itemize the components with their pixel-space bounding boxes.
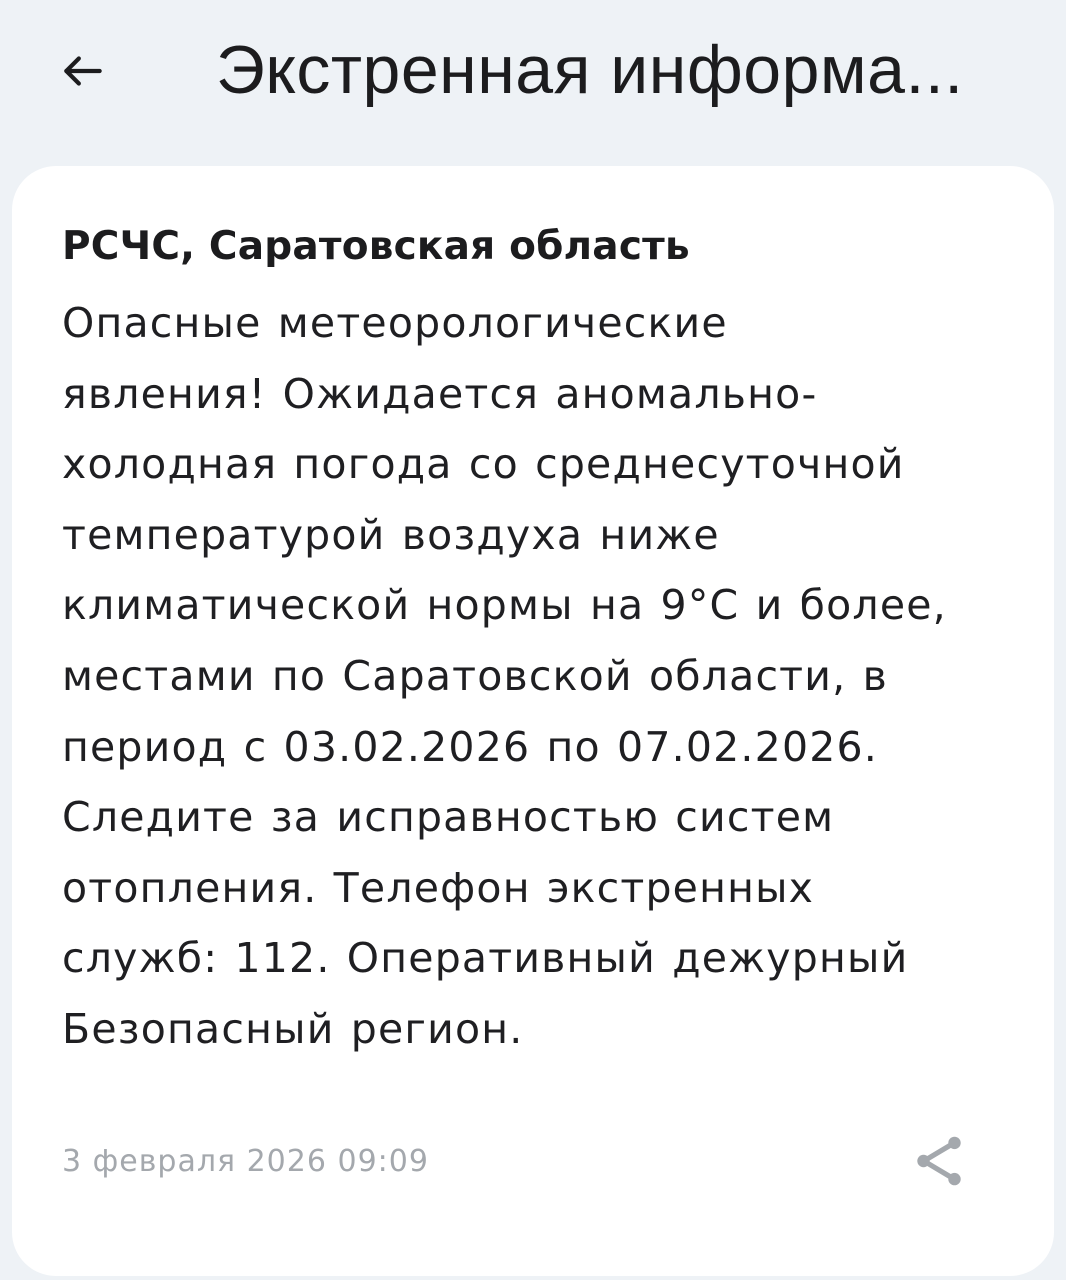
back-button[interactable] xyxy=(52,40,114,102)
alert-footer: 3 февраля 2026 09:09 xyxy=(62,1124,1002,1204)
share-icon xyxy=(917,1136,961,1186)
alert-message-line: местами по Саратовской области, в xyxy=(62,651,888,700)
alert-message-line: Опасные метеорологические xyxy=(62,299,728,347)
alert-timestamp: 3 февраля 2026 09:09 xyxy=(62,1144,429,1179)
alert-source: РСЧС, Саратовская область xyxy=(62,224,690,269)
alert-message-line: холодная погода со среднесуточной xyxy=(62,440,905,489)
alert-message: Опасные метеорологические явления! Ожида… xyxy=(62,288,1042,1065)
alert-message-line: Следите за исправностью систем xyxy=(62,793,835,842)
share-button[interactable] xyxy=(904,1126,974,1196)
alert-message-line: отопления. Телефон экстренных xyxy=(62,863,815,912)
alert-message-line: служб: 112. Оперативный дежурный xyxy=(62,934,909,983)
alert-message-line: Безопасный регион. xyxy=(62,1004,524,1053)
alert-message-line: климатической нормы на 9°С и более, xyxy=(62,581,947,630)
alert-message-line: температурой воздуха ниже xyxy=(62,510,720,559)
page-title: Экстренная информа... xyxy=(216,32,964,108)
alert-message-line: явления! Ожидается аномально- xyxy=(62,369,818,418)
app-header: Экстренная информа... xyxy=(0,0,1066,140)
alert-card: РСЧС, Саратовская область Опасные метеор… xyxy=(12,166,1054,1276)
alert-message-line: период с 03.02.2026 по 07.02.2026. xyxy=(62,722,879,771)
arrow-left-icon xyxy=(64,56,102,86)
